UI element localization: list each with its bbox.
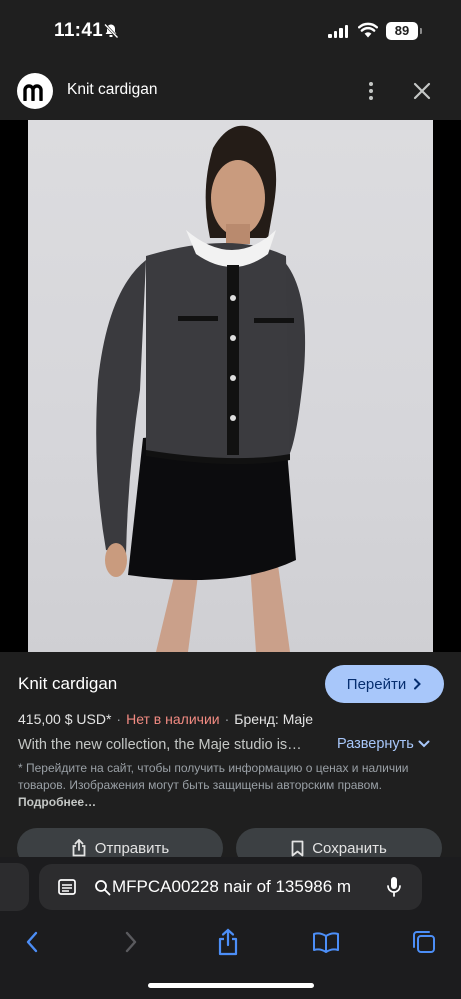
mic-icon[interactable] [386, 876, 402, 898]
product-meta: 415,00 $ USD* · Нет в наличии · Бренд: Maje [18, 711, 314, 727]
address-text: MFPCA00228 nair of 135986 m [112, 877, 352, 896]
brand: Бренд: Maje [234, 711, 314, 727]
bookmarks-button[interactable] [311, 927, 341, 957]
bookmarks-icon [313, 932, 339, 953]
image-viewer [0, 120, 461, 752]
header-title: Knit cardigan [67, 81, 158, 98]
search-icon [95, 879, 111, 895]
expand-button[interactable]: Развернуть [337, 736, 430, 752]
more-vert-icon[interactable] [362, 80, 380, 102]
close-icon[interactable] [410, 79, 434, 103]
address-row: MFPCA00228 nair of 135986 m [0, 857, 461, 919]
product-title: Knit cardigan [18, 674, 118, 693]
status-time: 11:41 [54, 20, 104, 41]
battery-icon: 89 [386, 22, 418, 40]
product-photo[interactable] [28, 120, 433, 652]
stock-status: Нет в наличии [126, 711, 220, 727]
chevron-right-icon [414, 678, 422, 690]
save-label: Сохранить [312, 839, 387, 857]
visit-label: Перейти [346, 675, 407, 693]
model-illustration [96, 125, 306, 652]
share-sheet-button[interactable] [213, 927, 243, 957]
battery-nub [420, 28, 422, 34]
status-bar: 11:41 89 [0, 0, 461, 62]
expand-label: Развернуть [337, 736, 414, 752]
chevron-down-icon [418, 740, 430, 748]
wifi-icon [358, 22, 378, 38]
product-info-panel: Knit cardigan Перейти 415,00 $ USD* · Нет … [0, 652, 461, 868]
bell-slash-icon [104, 23, 119, 39]
disclaimer: * Перейдите на сайт, чтобы получить инфо… [18, 760, 448, 811]
share-label: Отправить [94, 839, 170, 857]
more-link[interactable]: Подробнее… [18, 795, 96, 809]
address-bar[interactable]: MFPCA00228 nair of 135986 m [39, 864, 422, 910]
visit-button[interactable]: Перейти [325, 665, 444, 703]
reader-icon[interactable] [57, 877, 77, 897]
bookmark-icon [291, 840, 304, 856]
signal-icon [328, 25, 348, 38]
back-button[interactable] [17, 927, 47, 957]
forward-icon [125, 931, 137, 953]
forward-button[interactable] [116, 927, 146, 957]
viewer-header: Knit cardigan [0, 62, 461, 120]
share-sheet-icon [218, 928, 238, 956]
back-icon [26, 931, 38, 953]
previous-tab[interactable] [0, 863, 29, 911]
maje-logo-icon [23, 84, 43, 101]
price: 415,00 $ USD* [18, 711, 112, 727]
tabs-button[interactable] [409, 927, 439, 957]
home-indicator [148, 983, 314, 988]
share-icon [72, 839, 86, 857]
disclaimer-text: * Перейдите на сайт, чтобы получить инфо… [18, 761, 409, 792]
tabs-icon [413, 931, 435, 953]
product-description: With the new collection, the Maje studio… [18, 737, 302, 753]
site-logo[interactable] [17, 73, 53, 109]
